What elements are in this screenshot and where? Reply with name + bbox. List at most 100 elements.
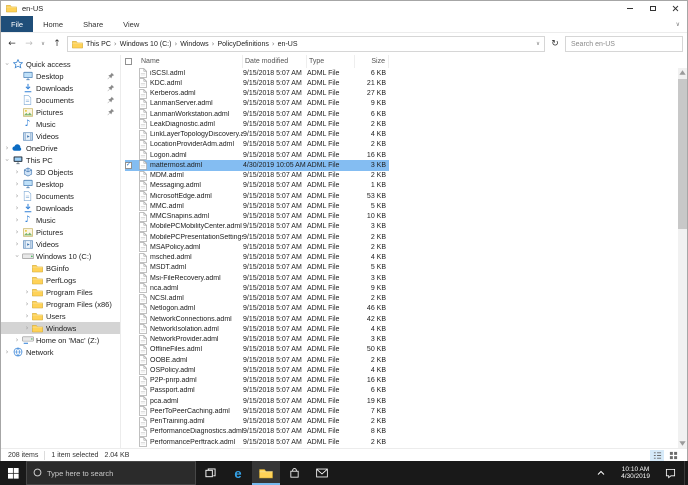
chevron-right-icon[interactable]: › [23,288,31,296]
chevron-right-icon[interactable]: › [13,192,21,200]
chevron-right-icon[interactable]: › [3,144,11,152]
sidebar-item-program-files-x86[interactable]: › Program Files (x86) [1,298,120,310]
file-row[interactable]: OSPolicy.adml 9/15/2018 5:07 AM ADML File 4… [125,365,389,376]
maximize-button[interactable] [641,1,664,16]
address-dropdown-icon[interactable]: ∨ [536,41,540,47]
file-row[interactable]: PenTraining.adml 9/15/2018 5:07 AM ADML Fi… [125,416,389,427]
file-row[interactable]: NetworkConnections.adml 9/15/2018 5:07 AM… [125,314,389,324]
up-button[interactable]: ↑ [50,36,64,52]
chevron-right-icon[interactable]: › [23,324,31,332]
file-row[interactable]: PerformanceDiagnostics.adml 9/15/2018 5:0… [125,427,389,437]
sidebar-item-downloads[interactable]: › Downloads [1,202,120,214]
column-header-date-modified[interactable]: Date modified [243,55,307,68]
refresh-button[interactable]: ↻ [548,36,562,52]
chevron-right-icon[interactable]: › [13,204,21,212]
menu-tab-view[interactable]: View [113,16,149,32]
file-row[interactable]: KDC.adml 9/15/2018 5:07 AM ADML File 21 KB [125,78,389,89]
recent-locations-dropdown-icon[interactable]: ∨ [39,36,47,52]
file-row[interactable]: OOBE.adml 9/15/2018 5:07 AM ADML File 2 KB [125,355,389,365]
file-row[interactable]: pca.adml 9/15/2018 5:07 AM ADML File 19 KB [125,396,389,406]
file-row[interactable]: MDM.adml 9/15/2018 5:07 AM ADML File 2 KB [125,170,389,181]
file-row[interactable]: Logon.adml 9/15/2018 5:07 AM ADML File 16 K… [125,150,389,160]
file-row[interactable]: MMC.adml 9/15/2018 5:07 AM ADML File 5 KB [125,201,389,212]
file-row[interactable]: OfflineFiles.adml 9/15/2018 5:07 AM ADML F… [125,345,389,355]
chevron-right-icon[interactable]: › [23,312,31,320]
expand-ribbon-icon[interactable]: ∨ [676,21,680,28]
sidebar-item-windows-10-c[interactable]: › Windows 10 (C:) [1,250,120,262]
scroll-down-icon[interactable] [679,441,686,446]
column-header-size[interactable]: Size [355,55,389,68]
sidebar-item-windows[interactable]: › Windows [1,322,120,334]
address-box[interactable]: This PC › Windows 10 (C:) › Windows › PolicyDe… [67,36,545,52]
details-view-button[interactable] [650,449,664,461]
sidebar-item-documents[interactable]: › Documents [1,190,120,202]
menu-tab-share[interactable]: Share [73,16,113,32]
sidebar-item-3d-objects[interactable]: › 3D Objects [1,166,120,178]
file-row[interactable]: LeakDiagnostic.adml 9/15/2018 5:07 AM ADML… [125,119,389,130]
chevron-right-icon[interactable]: › [13,240,21,248]
breadcrumb-segment[interactable]: Windows [180,41,208,48]
file-row[interactable]: PerformancePerftrack.adml 9/15/2018 5:07 … [125,437,389,447]
file-row[interactable]: LanmanWorkstation.adml 9/15/2018 5:07 AM A… [125,109,389,119]
sidebar-item-perflogs[interactable]: PerfLogs [1,274,120,286]
large-icons-view-button[interactable] [666,450,680,461]
start-button[interactable] [0,461,26,485]
file-row[interactable]: LanmanServer.adml 9/15/2018 5:07 AM ADML F… [125,99,389,109]
file-row[interactable]: PeerToPeerCaching.adml 9/15/2018 5:07 AM A… [125,406,389,417]
file-row[interactable]: NetworkProvider.adml 9/15/2018 5:07 AM ADM… [125,334,389,345]
sidebar-item-onedrive[interactable]: › OneDrive [1,142,120,154]
sidebar-item-documents[interactable]: Documents [1,94,120,106]
column-header-name[interactable]: Name [139,55,243,68]
file-row[interactable]: MicrosoftEdge.adml 9/15/2018 5:07 AM ADML … [125,191,389,201]
edge-browser-button[interactable]: e [224,461,252,485]
file-row[interactable]: LocationProviderAdm.adml 9/15/2018 5:07 A… [125,140,389,150]
breadcrumb-segment[interactable]: This PC [86,41,111,48]
file-row[interactable]: Passport.adml 9/15/2018 5:07 AM ADML File 6… [125,386,389,396]
sidebar-item-desktop[interactable]: Desktop [1,70,120,82]
menu-tab-file[interactable]: File [1,16,34,32]
file-row[interactable]: MSAPolicy.adml 9/15/2018 5:07 AM ADML File… [125,242,389,253]
file-row[interactable]: LinkLayerTopologyDiscovery.adml9/15/2018… [125,129,389,140]
scroll-up-icon[interactable] [679,70,686,75]
file-row[interactable]: NCSI.adml 9/15/2018 5:07 AM ADML File 2 KB [125,293,389,304]
file-row[interactable]: MobilePCPresentationSettings.adml9/15/20… [125,232,389,242]
vertical-scrollbar[interactable] [678,68,687,448]
task-view-button[interactable] [196,461,224,485]
show-desktop-button[interactable] [684,461,688,485]
file-row[interactable]: Messaging.adml 9/15/2018 5:07 AM ADML File… [125,181,389,191]
sidebar-item-users[interactable]: › Users [1,310,120,322]
file-row[interactable]: MobilePCMobilityCenter.adml 9/15/2018 5:0… [125,222,389,232]
chevron-right-icon[interactable]: › [3,348,11,356]
file-row[interactable]: msched.adml 9/15/2018 5:07 AM ADML File 4 K… [125,252,389,263]
action-center-button[interactable] [656,461,684,485]
chevron-down-icon[interactable]: › [13,252,21,260]
explorer-search-input[interactable]: Search en-US [565,36,683,52]
file-row[interactable]: iSCSI.adml 9/15/2018 5:07 AM ADML File 6 KB [125,68,389,78]
sidebar-item-desktop[interactable]: › Desktop [1,178,120,190]
file-row[interactable]: NetworkIsolation.adml 9/15/2018 5:07 AM AD… [125,324,389,335]
sidebar-item-downloads[interactable]: Downloads [1,82,120,94]
taskbar-clock[interactable]: 10:10 AM 4/30/2019 [615,461,656,485]
sidebar-item-pictures[interactable]: › Pictures [1,226,120,238]
breadcrumb-segment[interactable]: PolicyDefinitions [217,41,268,48]
select-all-checkbox[interactable] [125,58,132,65]
file-row[interactable]: P2P-pnrp.adml 9/15/2018 5:07 AM ADML File 1… [125,375,389,386]
close-button[interactable] [664,1,687,16]
scrollbar-thumb[interactable] [678,79,687,229]
file-row[interactable]: Kerberos.adml 9/15/2018 5:07 AM ADML File 2… [125,88,389,99]
breadcrumb-segment[interactable]: en-US [278,41,298,48]
file-row[interactable]: MMCSnapins.adml 9/15/2018 5:07 AM ADML Fil… [125,211,389,222]
file-row[interactable]: Msi-FileRecovery.adml 9/15/2018 5:07 AM AD… [125,273,389,283]
sidebar-item-home-on-mac-z[interactable]: › Home on 'Mac' (Z:) [1,334,120,346]
chevron-right-icon[interactable]: › [13,228,21,236]
column-header-type[interactable]: Type [307,55,355,68]
chevron-right-icon[interactable]: › [13,216,21,224]
mail-button[interactable] [308,461,336,485]
sidebar-item-quick-access[interactable]: › Quick access [1,58,120,70]
chevron-down-icon[interactable]: › [3,156,11,164]
chevron-right-icon[interactable]: › [13,180,21,188]
chevron-down-icon[interactable]: › [3,60,11,68]
breadcrumb-segment[interactable]: Windows 10 (C:) [120,41,172,48]
sidebar-item-this-pc[interactable]: › This PC [1,154,120,166]
sidebar-item-music[interactable]: › ♪ Music [1,214,120,226]
